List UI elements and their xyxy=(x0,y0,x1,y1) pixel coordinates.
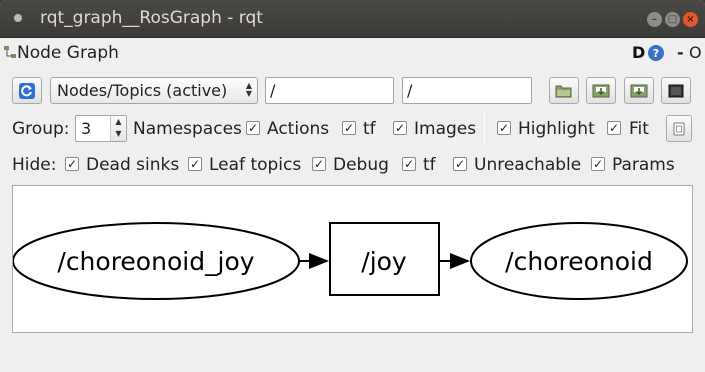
rqt-window: rqt_graph__RosGraph - rqt – □ × Node Gra… xyxy=(0,0,705,372)
open-folder-icon xyxy=(555,85,572,97)
namespaces-checkbox[interactable]: ✓ xyxy=(246,121,260,135)
images-label: Images xyxy=(414,119,477,139)
dock-d-button[interactable]: D xyxy=(632,43,645,62)
fit-checkbox[interactable]: ✓ xyxy=(607,121,621,135)
group-value: 3 xyxy=(81,119,92,138)
image-icon xyxy=(668,84,684,97)
hide-label: Hide: xyxy=(12,155,57,175)
node-filter-field[interactable] xyxy=(265,77,394,104)
close-plugin-button[interactable]: O xyxy=(689,43,702,62)
topic-joy-label: /joy xyxy=(361,247,407,276)
save-image-button[interactable] xyxy=(661,77,691,104)
params-label: Params xyxy=(612,155,675,175)
leaf-topics-checkbox[interactable]: ✓ xyxy=(188,157,202,171)
highlight-checkbox[interactable]: ✓ xyxy=(497,121,511,135)
close-button[interactable]: × xyxy=(683,12,698,27)
refresh-icon xyxy=(19,82,35,99)
namespaces-label: Namespaces xyxy=(133,119,242,139)
params-checkbox[interactable]: ✓ xyxy=(591,157,605,171)
save-dot-button[interactable] xyxy=(586,77,616,104)
maximize-button[interactable]: □ xyxy=(665,12,680,27)
window-menu-icon[interactable] xyxy=(14,14,22,22)
spin-arrows-icon[interactable]: ▲ ▼ xyxy=(110,116,126,141)
actions-label: Actions xyxy=(267,119,330,139)
title-bar[interactable]: rqt_graph__RosGraph - rqt – □ × xyxy=(0,0,705,38)
minimize-button[interactable]: – xyxy=(647,12,662,27)
dead-sinks-checkbox[interactable]: ✓ xyxy=(65,157,79,171)
refresh-button[interactable] xyxy=(12,77,42,104)
node-filter-input[interactable] xyxy=(266,78,393,103)
combo-arrows-icon: ▲ ▼ xyxy=(245,81,252,98)
save-svg-button[interactable] xyxy=(624,77,654,104)
window-title: rqt_graph__RosGraph - rqt xyxy=(40,8,263,28)
graph-mode-select[interactable]: Nodes/Topics (active) ▲ ▼ xyxy=(50,77,258,104)
graph-mode-value: Nodes/Topics (active) xyxy=(57,81,228,100)
graph-canvas[interactable]: /choreonoid_joy /joy /choreonoid xyxy=(12,185,693,333)
plugin-header: Node Graph D ? - O xyxy=(0,39,705,67)
minimize-plugin-button[interactable]: - xyxy=(677,43,684,62)
node-choreonoid-label: /choreonoid xyxy=(505,247,653,276)
toolbar-separator xyxy=(484,113,485,145)
plugin-graph-icon xyxy=(4,46,16,58)
debug-checkbox[interactable]: ✓ xyxy=(312,157,326,171)
leaf-topics-label: Leaf topics xyxy=(209,155,302,175)
hide-tf-checkbox[interactable]: ✓ xyxy=(402,157,416,171)
save-svg-icon xyxy=(630,84,648,97)
fit-view-icon xyxy=(673,122,685,135)
tf-label: tf xyxy=(363,119,376,139)
help-icon[interactable]: ? xyxy=(648,45,664,61)
images-checkbox[interactable]: ✓ xyxy=(393,121,407,135)
dead-sinks-label: Dead sinks xyxy=(86,155,180,175)
unreachable-checkbox[interactable]: ✓ xyxy=(453,157,467,171)
load-dot-button[interactable] xyxy=(549,77,579,104)
debug-label: Debug xyxy=(333,155,389,175)
fit-in-view-button[interactable] xyxy=(666,115,692,142)
group-label: Group: xyxy=(12,119,70,139)
group-spinbox[interactable]: 3 ▲ ▼ xyxy=(75,115,127,142)
topic-filter-field[interactable] xyxy=(402,77,532,104)
actions-checkbox[interactable]: ✓ xyxy=(342,121,356,135)
fit-label: Fit xyxy=(629,119,649,139)
plugin-title: Node Graph xyxy=(17,43,119,63)
save-dot-icon xyxy=(592,84,610,97)
topic-filter-input[interactable] xyxy=(403,78,531,103)
hide-tf-label: tf xyxy=(423,155,436,175)
node-choreonoid-joy-label: /choreonoid_joy xyxy=(57,247,254,276)
highlight-label: Highlight xyxy=(518,119,595,139)
graph-svg: /choreonoid_joy /joy /choreonoid xyxy=(13,222,688,300)
unreachable-label: Unreachable xyxy=(474,155,582,175)
